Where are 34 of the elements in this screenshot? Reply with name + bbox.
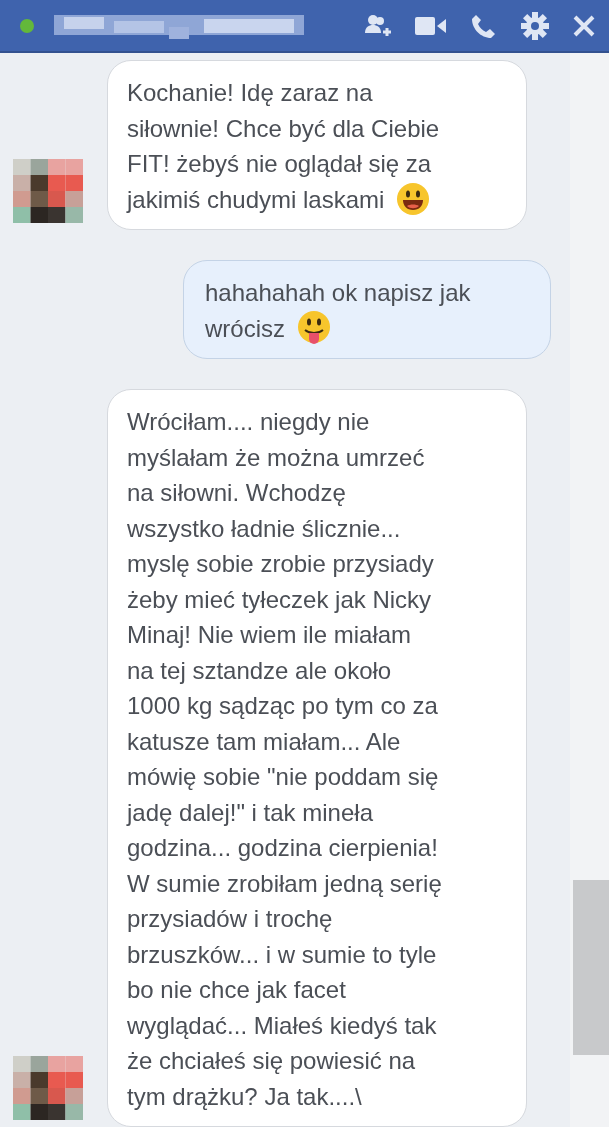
- message-line: Kochanie! Idę zaraz na: [127, 78, 373, 108]
- video-camera-icon[interactable]: [415, 14, 447, 37]
- settings-icon[interactable]: [521, 11, 549, 40]
- message-line: jakimiś chudymi laskami: [127, 184, 385, 215]
- message-line: wrócisz: [205, 313, 285, 344]
- tongue-emoji-icon: [297, 310, 331, 347]
- message-line: W sumie zrobiłam jedną serię: [127, 868, 442, 899]
- message-line: FIT! żebyś nie oglądał się za: [127, 149, 432, 179]
- message-line: że chciałeś się powiesić na: [127, 1046, 416, 1076]
- message-line: na siłowni. Wchodzę: [127, 478, 346, 508]
- message-line: hahahahah ok napisz jak: [205, 278, 471, 308]
- message-line: myślałam że można umrzeć: [127, 442, 425, 473]
- message-line: mówię sobie "nie poddam się: [127, 762, 439, 792]
- message-line: na tej sztandze ale około: [127, 655, 392, 686]
- add-person-icon[interactable]: [365, 12, 391, 39]
- message-line: godzina... godzina cierpienia!: [127, 833, 438, 863]
- message-line: Minaj! Nie wiem ile miałam: [127, 620, 412, 650]
- message-line: przysiadów i trochę: [127, 904, 333, 934]
- grinning-emoji-icon: [396, 182, 431, 217]
- message-line: jadę dalej!" i tak mineła: [127, 797, 373, 828]
- message-line: Wróciłam.... niegdy nie: [127, 407, 370, 437]
- message-line: wszystko ładnie ślicznie...: [127, 513, 401, 544]
- message-line: tym drążku? Ja tak....\: [127, 1081, 362, 1112]
- message-line: myslę sobie zrobie przysiady: [127, 549, 434, 579]
- message-line: brzuszków... i w sumie to tyle: [127, 939, 437, 970]
- message-line: żeby mieć tyłeczek jak Nicky: [127, 584, 432, 615]
- message-line: katusze tam miałam... Ale: [127, 726, 401, 757]
- scrollbar-thumb[interactable]: [573, 880, 609, 1055]
- phone-icon[interactable]: [471, 12, 497, 39]
- close-icon[interactable]: [573, 14, 595, 37]
- message-line: wyglądać... Miałeś kiedyś tak: [127, 1010, 437, 1041]
- message-line: siłownie! Chce być dla Ciebie: [127, 113, 440, 144]
- message-line: 1000 kg sądząc po tym co za: [127, 691, 438, 721]
- message-line: bo nie chce jak facet: [127, 975, 346, 1005]
